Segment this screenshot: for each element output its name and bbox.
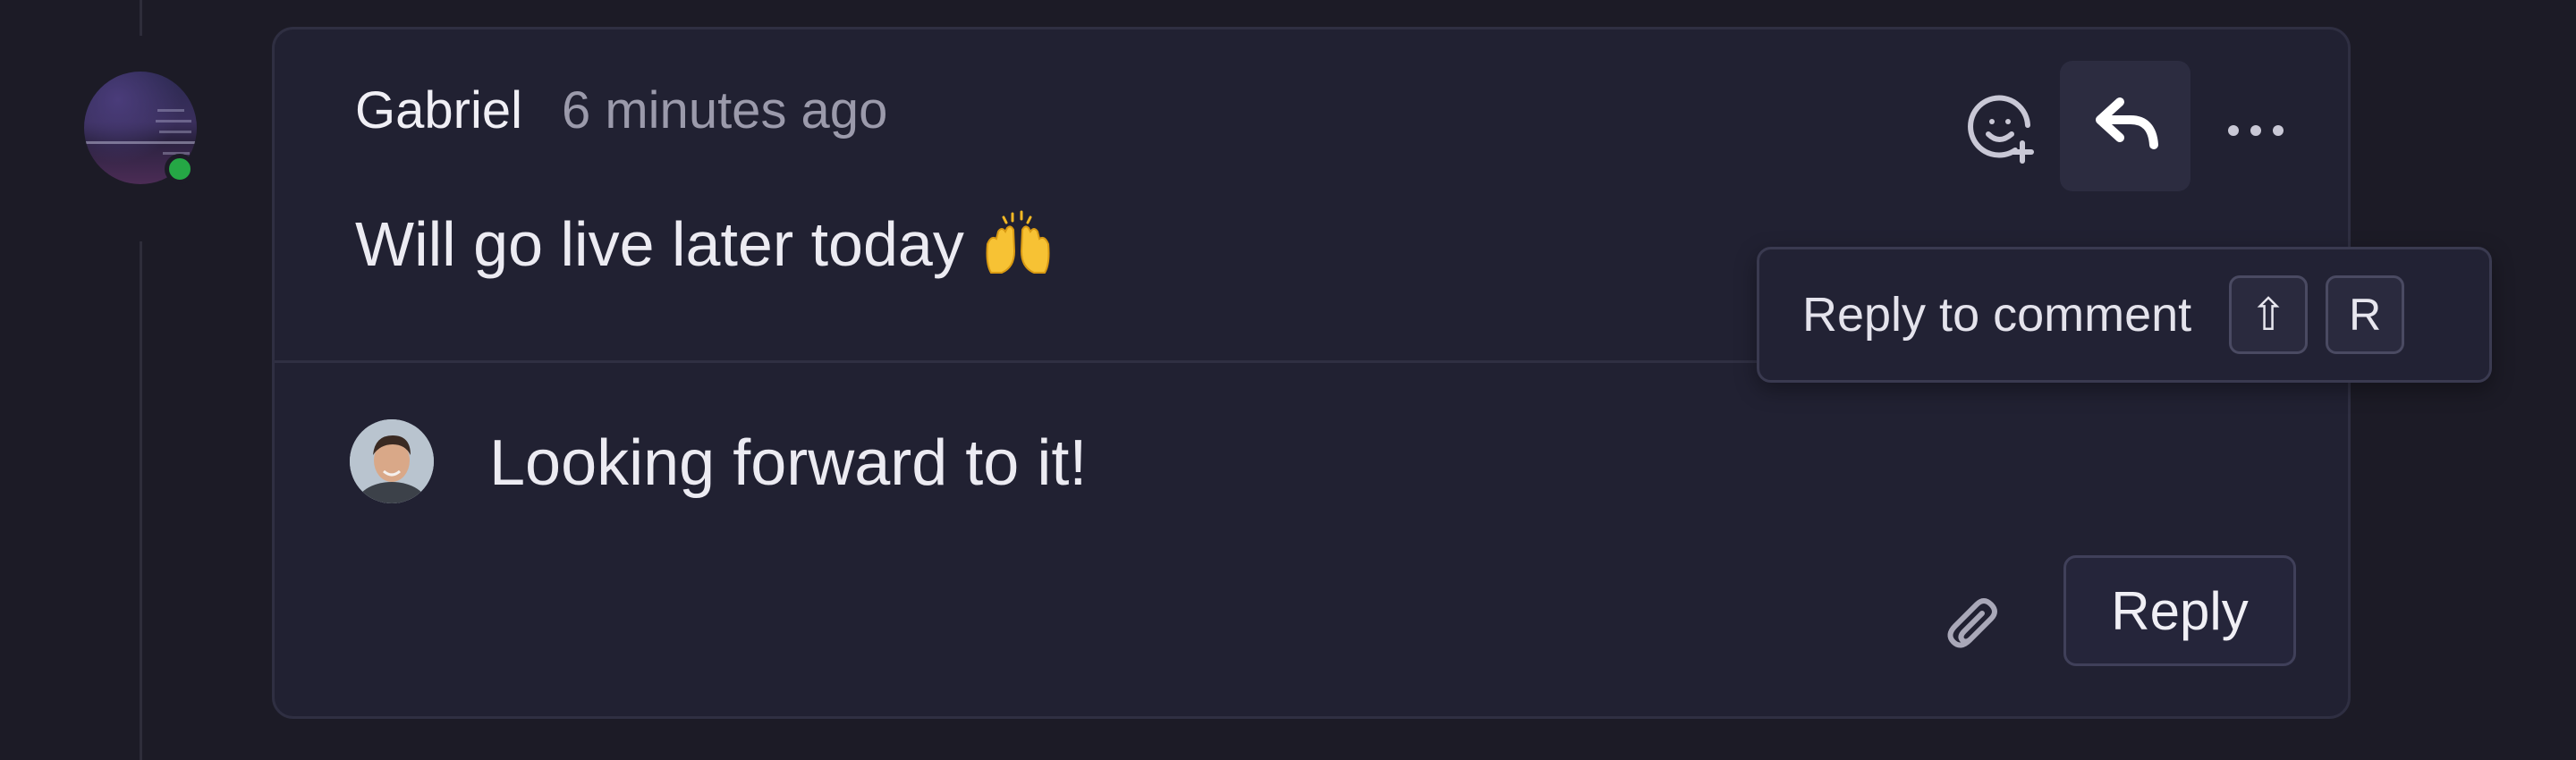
comment-body: Will go live later today <box>355 208 1054 280</box>
more-options-button[interactable] <box>2216 101 2296 164</box>
reply-submit-button[interactable]: Reply <box>2063 555 2296 666</box>
raising-hands-emoji-icon <box>982 208 1054 280</box>
comment-thread-page: Gabriel 6 minutes ago Will go live later… <box>0 0 2576 760</box>
paperclip-icon <box>1943 594 2005 661</box>
reply-tooltip: Reply to comment ⇧ R <box>1757 247 2492 383</box>
emoji-add-icon <box>1965 93 2037 169</box>
r-key: R <box>2326 275 2405 354</box>
current-user-avatar <box>350 419 434 503</box>
online-status-dot <box>165 154 195 184</box>
more-horizontal-icon <box>2224 122 2287 144</box>
comment-text: Will go live later today <box>355 209 964 279</box>
shift-key-icon: ⇧ <box>2229 275 2309 354</box>
comment-timestamp[interactable]: 6 minutes ago <box>562 80 887 140</box>
reply-arrow-icon <box>2089 93 2161 160</box>
author-name[interactable]: Gabriel <box>355 80 522 140</box>
attach-file-button[interactable] <box>1929 582 2019 671</box>
add-reaction-button[interactable] <box>1956 86 2046 175</box>
reply-input[interactable] <box>489 414 2099 512</box>
reply-action-button[interactable] <box>2060 61 2190 191</box>
tooltip-label: Reply to comment <box>1802 288 2192 342</box>
comment-header: Gabriel 6 minutes ago <box>355 80 887 140</box>
